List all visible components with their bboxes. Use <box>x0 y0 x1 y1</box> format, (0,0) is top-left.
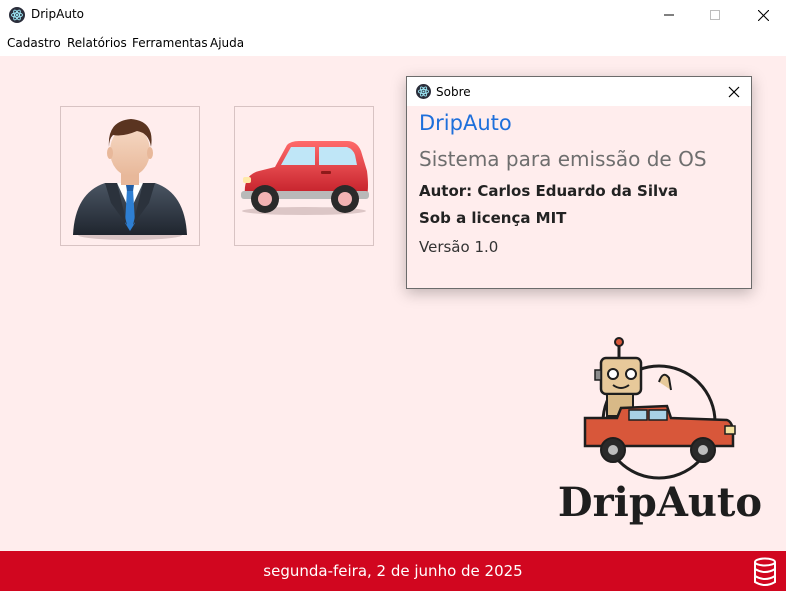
about-version: Versão 1.0 <box>419 238 499 256</box>
minimize-icon <box>664 14 674 16</box>
minimize-button[interactable] <box>646 0 692 30</box>
red-car-icon <box>241 141 369 215</box>
status-date: segunda-feira, 2 de junho de 2025 <box>263 562 523 580</box>
close-button[interactable] <box>740 0 786 30</box>
dialog-title: Sobre <box>436 85 471 99</box>
close-icon <box>757 9 769 21</box>
window-titlebar: DripAuto <box>0 0 786 30</box>
robot-truck-logo-icon: DripAuto <box>558 337 762 526</box>
app-icon <box>9 7 25 23</box>
about-app-name: DripAuto <box>419 111 512 135</box>
window-title: DripAuto <box>31 7 84 21</box>
about-author: Autor: Carlos Eduardo da Silva <box>419 182 679 200</box>
dialog-close-button[interactable] <box>725 83 743 101</box>
about-subtitle: Sistema para emissão de OS <box>419 147 707 171</box>
menu-ferramentas[interactable]: Ferramentas <box>132 36 208 50</box>
menu-cadastro[interactable]: Cadastro <box>7 36 61 50</box>
about-dialog: Sobre DripAuto Sistema para emissão de O… <box>406 76 752 289</box>
maximize-button[interactable] <box>692 0 738 30</box>
database-icon[interactable] <box>752 557 778 587</box>
menu-ajuda[interactable]: Ajuda <box>210 36 244 50</box>
close-icon <box>728 86 740 98</box>
dripauto-logo: DripAuto <box>555 334 765 529</box>
main-area: Sobre DripAuto Sistema para emissão de O… <box>0 56 786 551</box>
dialog-titlebar: Sobre <box>407 77 751 106</box>
maximize-icon <box>710 10 720 20</box>
menu-relatorios[interactable]: Relatórios <box>67 36 127 50</box>
logo-text: DripAuto <box>558 479 762 526</box>
veiculos-tile-button[interactable] <box>234 106 374 246</box>
app-icon <box>416 84 431 99</box>
about-license: Sob a licença MIT <box>419 209 567 227</box>
clientes-tile-button[interactable] <box>60 106 200 246</box>
status-bar: segunda-feira, 2 de junho de 2025 <box>0 551 786 591</box>
businessman-icon <box>73 119 187 240</box>
menu-bar: Cadastro Relatórios Ferramentas Ajuda <box>0 30 786 56</box>
